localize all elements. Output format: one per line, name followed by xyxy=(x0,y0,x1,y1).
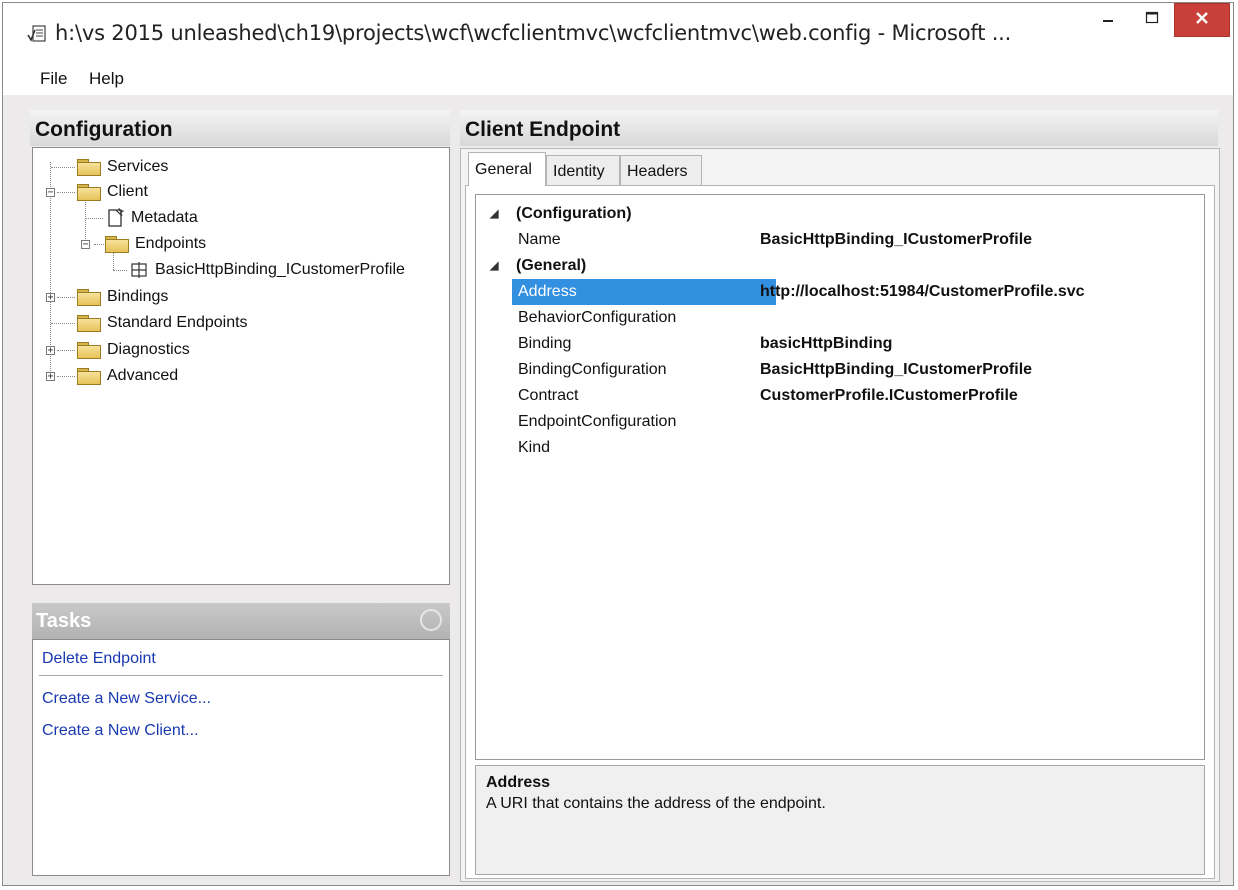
close-button[interactable] xyxy=(1174,3,1230,37)
property-description: Address A URI that contains the address … xyxy=(475,765,1205,875)
property-row-contract[interactable]: Contract CustomerProfile.ICustomerProfil… xyxy=(476,383,1204,409)
maximize-icon xyxy=(1145,11,1159,30)
description-text: A URI that contains the address of the e… xyxy=(486,795,826,812)
tree-item-label: Client xyxy=(107,183,148,200)
category-general[interactable]: ◢ (General) xyxy=(476,253,1204,279)
tab-identity[interactable]: Identity xyxy=(546,155,620,185)
property-name: EndpointConfiguration xyxy=(518,413,677,430)
tree-item-label: Bindings xyxy=(107,288,169,305)
property-name: Kind xyxy=(518,439,551,456)
collapse-chevron-icon[interactable] xyxy=(420,609,442,631)
divider xyxy=(39,675,443,676)
collapse-triangle-icon[interactable]: ◢ xyxy=(490,207,498,220)
property-name: BindingConfiguration xyxy=(518,361,667,378)
tree-item-standard-endpoints[interactable]: Standard Endpoints xyxy=(77,311,248,335)
tree-item-label: Diagnostics xyxy=(107,341,190,358)
checkmark-document-icon[interactable] xyxy=(27,24,47,44)
folder-icon xyxy=(77,289,101,306)
expand-icon[interactable]: + xyxy=(46,293,55,303)
menu-file[interactable]: File xyxy=(40,69,67,89)
property-row-kind[interactable]: Kind xyxy=(476,435,1204,461)
folder-icon xyxy=(105,236,129,253)
folder-icon xyxy=(77,368,101,385)
configuration-header: Configuration xyxy=(30,110,450,146)
configuration-tree[interactable]: − − + + + Services Client Metadata Endpo… xyxy=(32,147,450,585)
category-configuration[interactable]: ◢ (Configuration) xyxy=(476,201,1204,227)
property-value[interactable]: basicHttpBinding xyxy=(760,335,892,353)
property-grid[interactable]: ◢ (Configuration) Name BasicHttpBinding_… xyxy=(475,194,1205,760)
tab-general[interactable]: General xyxy=(468,152,546,186)
property-value[interactable]: http://localhost:51984/CustomerProfile.s… xyxy=(760,283,1085,301)
property-row-bindingconfiguration[interactable]: BindingConfiguration BasicHttpBinding_IC… xyxy=(476,357,1204,383)
window-title: h:\vs 2015 unleashed\ch19\projects\wcf\w… xyxy=(55,21,1012,45)
folder-icon xyxy=(77,184,101,201)
property-name: Binding xyxy=(518,335,572,352)
property-name: Contract xyxy=(518,387,579,404)
category-label: (General) xyxy=(516,257,587,274)
tree-item-advanced[interactable]: Advanced xyxy=(77,364,178,388)
tree-item-label: Standard Endpoints xyxy=(107,314,248,331)
collapse-triangle-icon[interactable]: ◢ xyxy=(490,259,498,272)
property-name: Name xyxy=(518,231,561,248)
tree-item-services[interactable]: Services xyxy=(77,155,168,179)
tasks-header: Tasks xyxy=(32,603,450,639)
minimize-button[interactable] xyxy=(1086,3,1130,37)
tree-item-label: Endpoints xyxy=(135,235,207,252)
property-value[interactable]: CustomerProfile.ICustomerProfile xyxy=(760,387,1018,405)
tree-item-endpoints[interactable]: Endpoints xyxy=(105,232,206,256)
property-row-name[interactable]: Name BasicHttpBinding_ICustomerProfile xyxy=(476,227,1204,253)
tree-item-label: BasicHttpBinding_ICustomerProfile xyxy=(155,261,405,278)
menu-bar: File Help xyxy=(3,61,1233,95)
create-new-service-link[interactable]: Create a New Service... xyxy=(42,690,211,708)
tree-item-endpoint-basichttpbinding[interactable]: BasicHttpBinding_ICustomerProfile xyxy=(129,258,405,282)
property-name: BehaviorConfiguration xyxy=(518,309,677,326)
property-row-binding[interactable]: Binding basicHttpBinding xyxy=(476,331,1204,357)
metadata-document-icon xyxy=(105,207,125,228)
folder-icon xyxy=(77,342,101,359)
menu-help[interactable]: Help xyxy=(89,69,124,89)
client-endpoint-header: Client Endpoint xyxy=(460,110,1218,146)
tree-item-metadata[interactable]: Metadata xyxy=(105,206,198,230)
tree-item-diagnostics[interactable]: Diagnostics xyxy=(77,338,190,362)
tree-item-label: Advanced xyxy=(107,367,179,384)
description-title: Address xyxy=(486,774,551,791)
folder-icon xyxy=(77,159,101,176)
tab-headers[interactable]: Headers xyxy=(620,155,702,185)
property-row-behaviorconfiguration[interactable]: BehaviorConfiguration xyxy=(476,305,1204,331)
property-row-endpointconfiguration[interactable]: EndpointConfiguration xyxy=(476,409,1204,435)
create-new-client-link[interactable]: Create a New Client... xyxy=(42,722,199,740)
folder-icon xyxy=(77,315,101,332)
collapse-icon[interactable]: − xyxy=(81,240,90,250)
tree-item-label: Services xyxy=(107,158,169,175)
expand-icon[interactable]: + xyxy=(46,346,55,356)
property-value[interactable]: BasicHttpBinding_ICustomerProfile xyxy=(760,231,1032,249)
tree-item-label: Metadata xyxy=(131,209,198,226)
maximize-button[interactable] xyxy=(1130,3,1174,37)
tasks-title: Tasks xyxy=(36,610,92,632)
minimize-icon xyxy=(1101,11,1115,30)
category-label: (Configuration) xyxy=(516,205,632,222)
close-icon xyxy=(1195,11,1209,30)
tree-item-bindings[interactable]: Bindings xyxy=(77,285,168,309)
title-bar[interactable]: h:\vs 2015 unleashed\ch19\projects\wcf\w… xyxy=(3,3,1233,61)
collapse-icon[interactable]: − xyxy=(46,188,55,198)
property-row-address[interactable]: Address http://localhost:51984/CustomerP… xyxy=(476,279,1204,305)
delete-endpoint-link[interactable]: Delete Endpoint xyxy=(42,650,156,668)
property-value[interactable]: BasicHttpBinding_ICustomerProfile xyxy=(760,361,1032,379)
expand-icon[interactable]: + xyxy=(46,372,55,382)
tree-item-client[interactable]: Client xyxy=(77,180,148,204)
endpoint-icon xyxy=(129,260,149,280)
property-name: Address xyxy=(512,279,776,305)
tasks-list: Delete Endpoint Create a New Service... … xyxy=(32,639,450,876)
